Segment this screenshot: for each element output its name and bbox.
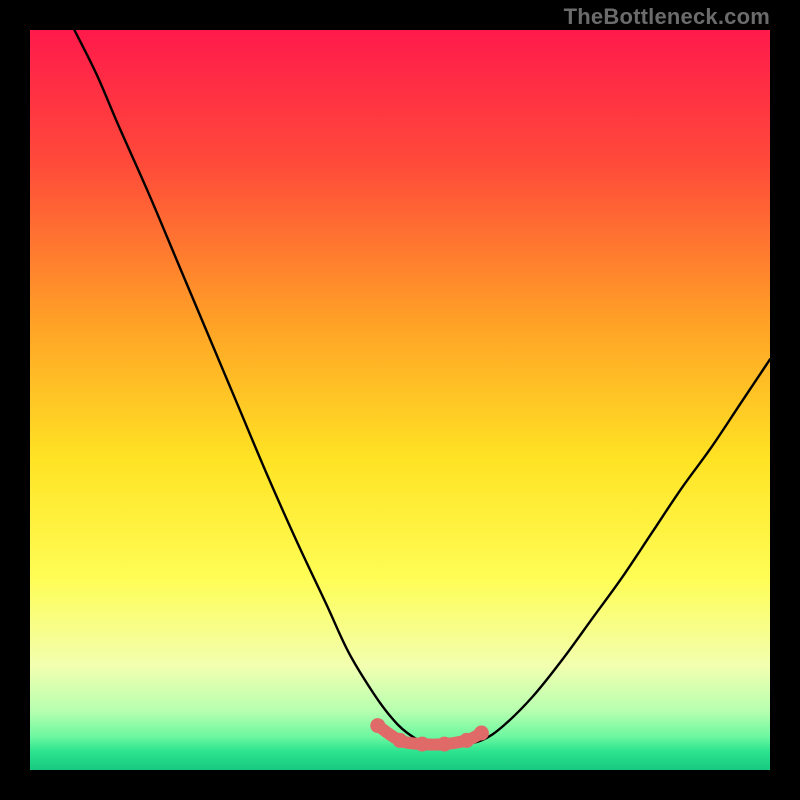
highlight-dot — [415, 737, 430, 752]
watermark-text: TheBottleneck.com — [564, 4, 770, 30]
gradient-background — [30, 30, 770, 770]
chart-svg — [30, 30, 770, 770]
highlight-dot — [474, 726, 489, 741]
highlight-dot — [437, 737, 452, 752]
chart-frame: TheBottleneck.com — [0, 0, 800, 800]
highlight-dot — [393, 733, 408, 748]
highlight-dot — [370, 718, 385, 733]
plot-area — [30, 30, 770, 770]
highlight-dot — [459, 733, 474, 748]
